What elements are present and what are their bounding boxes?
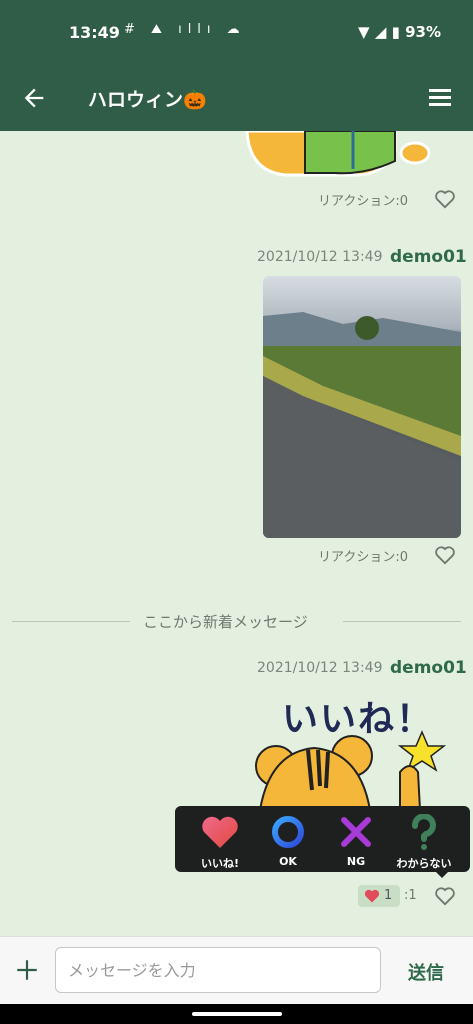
reaction-label: いいね! — [200, 857, 240, 870]
heart-icon — [364, 889, 380, 903]
message-input[interactable] — [55, 947, 381, 993]
circle-icon — [272, 816, 304, 848]
popup-pointer — [435, 871, 449, 878]
heart-outline-icon[interactable] — [434, 545, 456, 565]
send-button[interactable]: 送信 — [408, 959, 444, 985]
notification-icons: # ⛰ ıllı ☁ — [124, 22, 246, 37]
heart-outline-icon[interactable] — [434, 886, 456, 906]
reaction-label: OK — [279, 855, 297, 868]
heart-outline-icon[interactable] — [434, 189, 456, 209]
photo-scene — [263, 312, 461, 538]
tiger-sticker[interactable] — [250, 730, 450, 810]
reaction-popup: いいね! OK NG わからない — [175, 806, 470, 872]
plus-icon[interactable] — [14, 957, 40, 983]
reaction-unknown-button[interactable]: わからない — [393, 812, 455, 870]
message-sender: demo01 — [390, 247, 467, 267]
reaction-chip-count: 1 — [384, 888, 393, 903]
app-bar: ハロウィン🎃 — [0, 66, 473, 131]
reaction-ok-button[interactable]: OK — [257, 812, 319, 868]
reaction-label: NG — [346, 855, 366, 868]
message-sender: demo01 — [390, 658, 467, 678]
signal-icon: ◢ — [374, 23, 387, 41]
reaction-ng-button[interactable]: NG — [325, 812, 387, 868]
home-gesture-pill[interactable] — [192, 1012, 282, 1016]
reaction-label: わからない — [396, 857, 452, 870]
divider-line — [343, 621, 461, 622]
back-arrow-icon[interactable] — [20, 84, 48, 112]
heart-icon — [202, 816, 238, 848]
wifi-icon: ▼ — [358, 23, 370, 41]
battery-icon: ▮ — [391, 23, 400, 41]
menu-icon[interactable] — [429, 86, 455, 110]
message-photo[interactable] — [263, 276, 461, 538]
divider-line — [12, 621, 130, 622]
reaction-label: リアクション:0 — [318, 194, 409, 209]
status-bar: 13:49 # ⛰ ıllı ☁ ▼ ◢ ▮ 93% — [0, 0, 473, 66]
battery-level: 93% — [405, 23, 441, 41]
message-timestamp: 2021/10/12 13:49 — [257, 249, 383, 265]
question-icon — [412, 814, 436, 850]
reaction-chip[interactable]: 1 — [358, 885, 400, 907]
new-messages-divider: ここから新着メッセージ — [143, 613, 308, 631]
reaction-like-button[interactable]: いいね! — [189, 812, 251, 870]
cross-icon — [341, 817, 371, 847]
system-nav-bar — [0, 1004, 473, 1024]
page-title: ハロウィン🎃 — [88, 89, 207, 111]
sticker-partial — [245, 131, 431, 177]
message-composer: 送信 — [0, 936, 473, 1005]
reaction-total: :1 — [404, 888, 417, 903]
reaction-label: リアクション:0 — [318, 550, 409, 565]
message-timestamp: 2021/10/12 13:49 — [257, 660, 383, 676]
status-right: ▼ ◢ ▮ 93% — [358, 23, 441, 41]
status-time: 13:49 — [69, 23, 120, 42]
